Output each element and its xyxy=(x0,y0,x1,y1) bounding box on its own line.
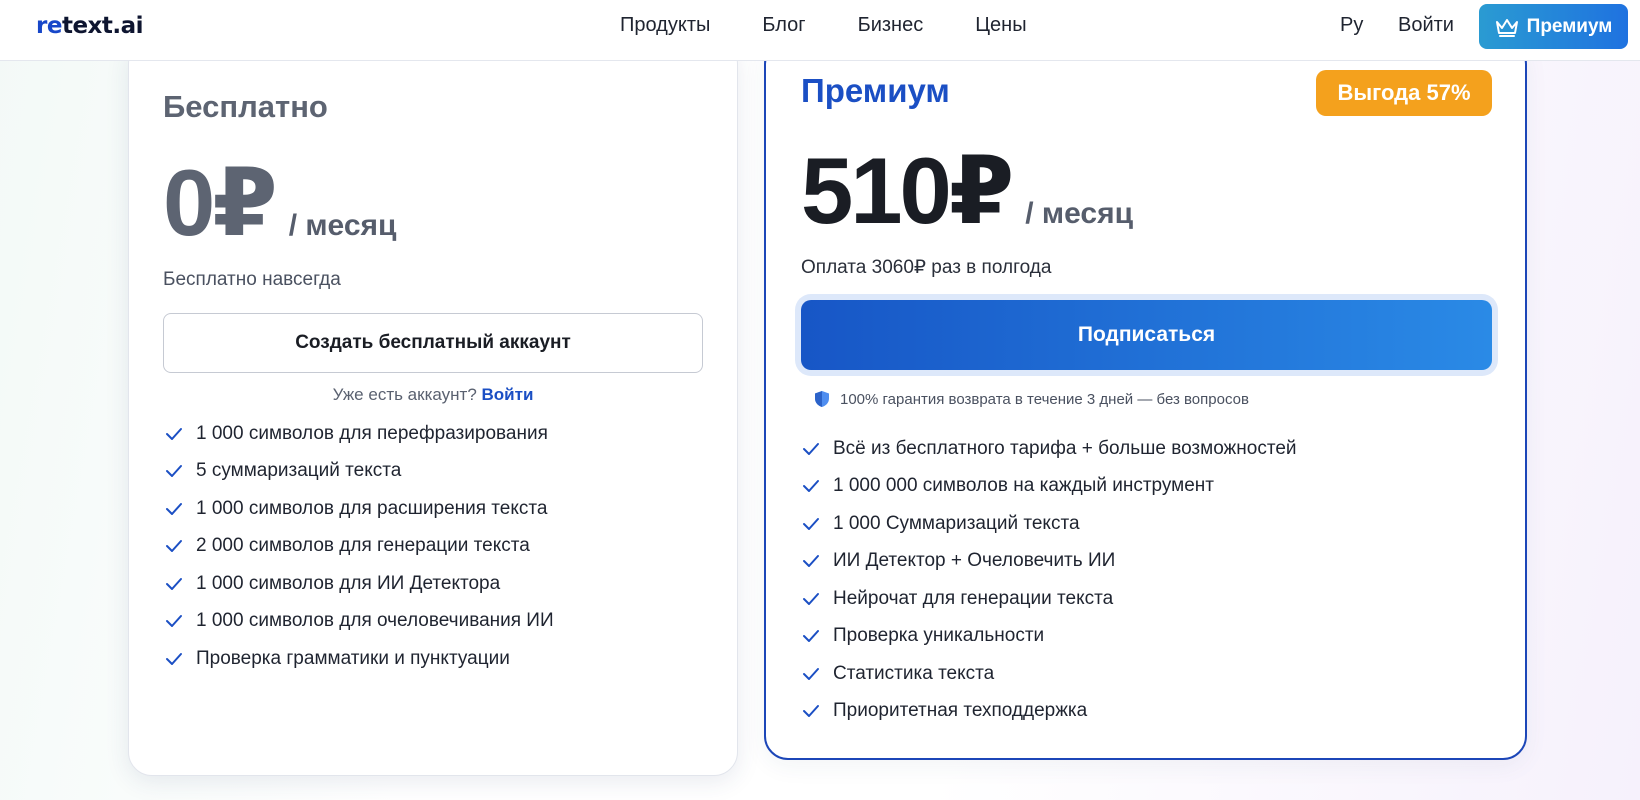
free-plan-price: 0₽ / месяц xyxy=(163,149,396,258)
check-icon xyxy=(166,652,182,665)
premium-plan-card: Премиум Выгода 57% 510₽ / месяц Оплата 3… xyxy=(764,40,1527,760)
check-icon xyxy=(803,442,819,455)
main-nav: Продукты Блог Бизнес Цены xyxy=(620,14,1079,37)
premium-button-label: Премиум xyxy=(1526,15,1613,37)
premium-plan-subtitle: Оплата 3060₽ раз в полгода xyxy=(801,257,1052,278)
premium-price-amount: 510₽ xyxy=(801,138,1014,243)
nav-item-blog[interactable]: Блог xyxy=(762,14,805,37)
nav-item-business[interactable]: Бизнес xyxy=(858,14,924,37)
check-icon xyxy=(166,427,182,440)
check-icon xyxy=(166,465,182,478)
login-inline-link[interactable]: Войти xyxy=(482,385,534,404)
check-icon xyxy=(166,577,182,590)
check-icon xyxy=(166,502,182,515)
top-navigation-bar: retext.ai Продукты Блог Бизнес Цены Ру В… xyxy=(0,0,1640,61)
list-item: 2 000 символов для генерации текста xyxy=(165,528,554,566)
check-icon xyxy=(803,480,819,493)
nav-item-products[interactable]: Продукты xyxy=(620,14,710,37)
check-icon xyxy=(803,667,819,680)
retext-logo[interactable]: retext.ai xyxy=(36,13,144,39)
list-item: Всё из бесплатного тарифа + больше возмо… xyxy=(802,430,1297,468)
already-have-account-text: Уже есть аккаунт? xyxy=(332,385,477,404)
list-item: ИИ Детектор + Очеловечить ИИ xyxy=(802,543,1297,581)
already-have-account: Уже есть аккаунт? Войти xyxy=(129,385,737,405)
crown-icon xyxy=(1495,18,1518,37)
list-item: Проверка грамматики и пунктуации xyxy=(165,640,554,678)
subscribe-button[interactable]: Подписаться xyxy=(801,300,1492,370)
premium-button[interactable]: Премиум xyxy=(1479,4,1628,49)
check-icon xyxy=(803,555,819,568)
discount-badge: Выгода 57% xyxy=(1316,70,1492,116)
free-price-period: / месяц xyxy=(288,209,397,242)
free-plan-title: Бесплатно xyxy=(163,89,328,124)
refund-guarantee: 100% гарантия возврата в течение 3 дней … xyxy=(814,390,1249,408)
premium-plan-title: Премиум xyxy=(801,72,950,109)
free-price-amount: 0₽ xyxy=(163,150,278,255)
list-item: 1 000 000 символов на каждый инструмент xyxy=(802,468,1297,506)
list-item: Нейрочат для генерации текста xyxy=(802,580,1297,618)
list-item: 1 000 Суммаризаций текста xyxy=(802,505,1297,543)
check-icon xyxy=(803,517,819,530)
list-item: Проверка уникальности xyxy=(802,618,1297,656)
list-item: 1 000 символов для расширения текста xyxy=(165,490,554,528)
list-item: Статистика текста xyxy=(802,655,1297,693)
check-icon xyxy=(803,630,819,643)
list-item: 5 суммаризаций текста xyxy=(165,453,554,491)
list-item: 1 000 символов для ИИ Детектора xyxy=(165,565,554,603)
premium-plan-price: 510₽ / месяц xyxy=(801,137,1133,246)
check-icon xyxy=(166,540,182,553)
check-icon xyxy=(803,705,819,718)
login-link[interactable]: Войти xyxy=(1398,14,1454,37)
list-item: Приоритетная техподдержка xyxy=(802,693,1297,731)
refund-guarantee-text: 100% гарантия возврата в течение 3 дней … xyxy=(840,390,1249,408)
shield-icon xyxy=(815,391,829,407)
free-plan-subtitle: Бесплатно навсегда xyxy=(163,269,341,290)
list-item: 1 000 символов для перефразирования xyxy=(165,415,554,453)
list-item: 1 000 символов для очеловечивания ИИ xyxy=(165,603,554,641)
check-icon xyxy=(166,615,182,628)
free-plan-card: Бесплатно 0₽ / месяц Бесплатно навсегда … xyxy=(128,40,738,776)
premium-features-list: Всё из бесплатного тарифа + больше возмо… xyxy=(802,430,1297,730)
free-features-list: 1 000 символов для перефразирования 5 су… xyxy=(165,415,554,678)
check-icon xyxy=(803,592,819,605)
language-switch[interactable]: Ру xyxy=(1340,14,1363,37)
premium-price-period: / месяц xyxy=(1025,197,1134,230)
create-free-account-button[interactable]: Создать бесплатный аккаунт xyxy=(163,313,703,373)
nav-item-prices[interactable]: Цены xyxy=(975,14,1026,37)
